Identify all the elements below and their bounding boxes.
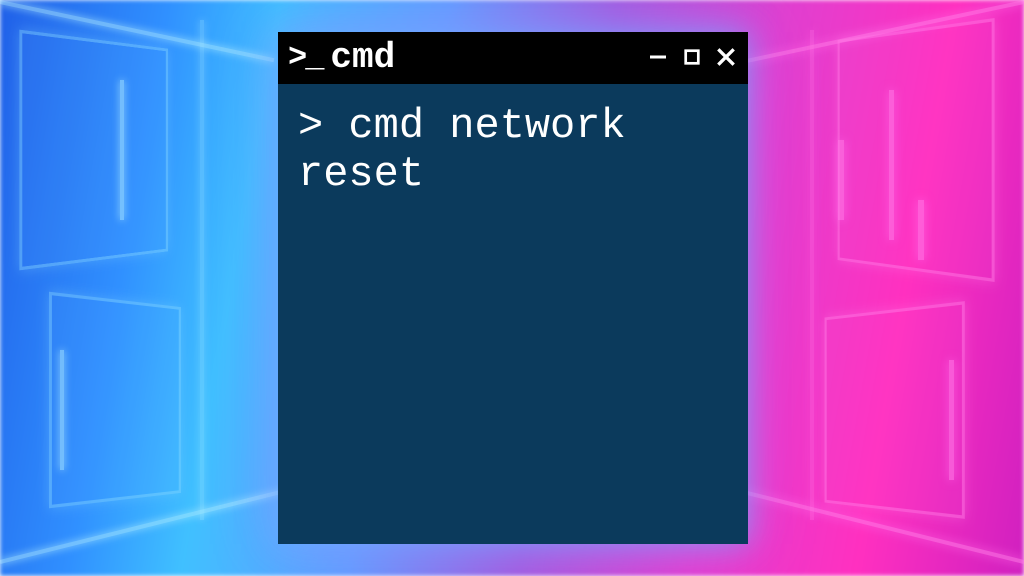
prompt-symbol: > xyxy=(298,102,348,150)
terminal-window[interactable]: >_ cmd > cmd network reset xyxy=(278,32,748,544)
close-icon[interactable] xyxy=(714,45,738,69)
maximize-icon[interactable] xyxy=(680,45,704,69)
terminal-body[interactable]: > cmd network reset xyxy=(278,84,748,544)
window-title: cmd xyxy=(330,37,646,78)
terminal-command-line: > cmd network reset xyxy=(298,102,728,199)
minimize-icon[interactable] xyxy=(646,45,670,69)
window-controls xyxy=(646,45,738,69)
command-text: cmd network reset xyxy=(298,102,651,198)
titlebar[interactable]: >_ cmd xyxy=(278,32,748,84)
terminal-icon: >_ xyxy=(288,39,322,76)
